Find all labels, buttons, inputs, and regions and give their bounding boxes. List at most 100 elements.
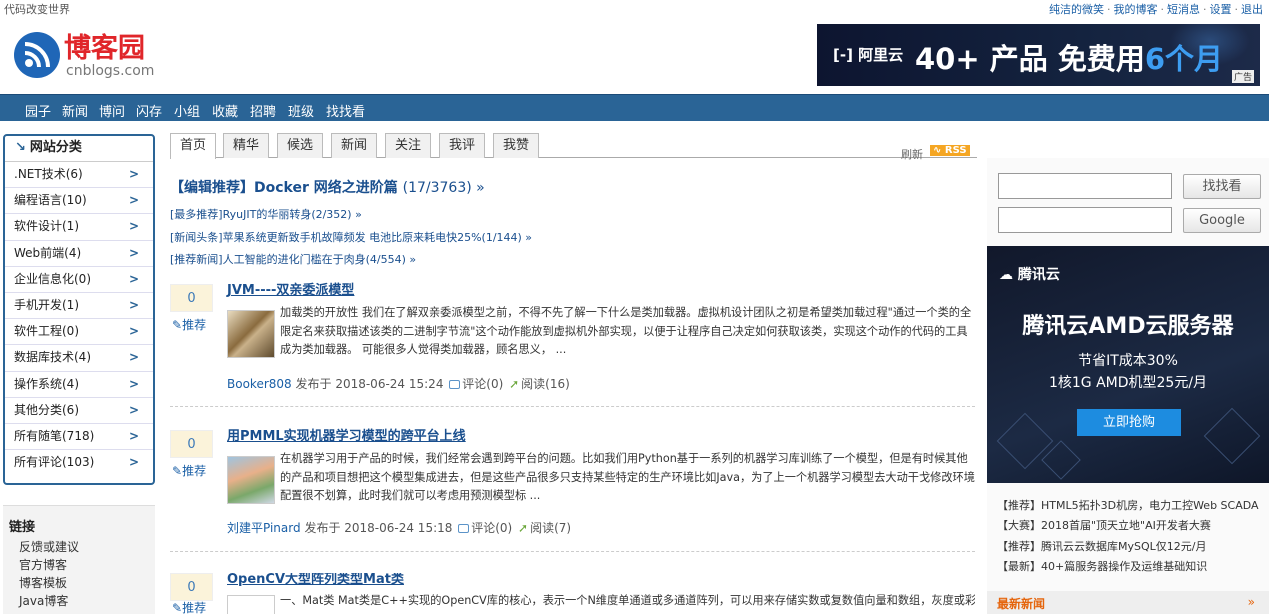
refresh-link[interactable]: 刷新 (901, 146, 923, 162)
user-link-messages[interactable]: 短消息 (1167, 3, 1200, 16)
recommend-button[interactable]: ✎推荐 (172, 599, 206, 614)
read-icon: ➚ (509, 377, 520, 391)
site-search-input[interactable] (998, 173, 1172, 199)
post-author[interactable]: Booker808 (227, 377, 292, 391)
category-item[interactable]: 数据库技术(4) > (5, 345, 153, 372)
side-ad[interactable]: ☁ 腾讯云 腾讯云AMD云服务器 节省IT成本30% 1核1G AMD机型25元… (987, 246, 1269, 483)
author-avatar[interactable] (227, 456, 275, 504)
ad-tag: 广告 (1231, 70, 1254, 83)
nav-item-group[interactable]: 小组 (174, 101, 200, 120)
post-comments[interactable]: 评论(0) (471, 521, 512, 535)
category-item[interactable]: 所有评论(103) > (5, 450, 153, 476)
comment-icon (449, 380, 461, 389)
tab-my-comments[interactable]: 我评 (439, 133, 485, 158)
category-item[interactable]: 所有随笔(718) > (5, 424, 153, 451)
link-official-blog[interactable]: 官方博客 (19, 556, 67, 573)
pick-recommended-news[interactable]: [推荐新闻]人工智能的进化门槛在于肉身(4/554) » (170, 251, 416, 267)
nav-item-search[interactable]: 找找看 (326, 101, 365, 120)
vote-count[interactable]: 0 (170, 284, 213, 312)
promo-link[interactable]: 【最新】40+篇服务器操作及运维基础知识 (997, 558, 1207, 574)
vote-count[interactable]: 0 (170, 430, 213, 458)
site-logo[interactable]: 博客园 cnblogs.com (14, 26, 164, 82)
more-news-link[interactable]: » (1248, 595, 1255, 609)
category-item[interactable]: 其他分类(6) > (5, 398, 153, 424)
recommend-button[interactable]: ✎推荐 (172, 462, 206, 479)
post-meta: 刘建平Pinard 发布于 2018-06-24 15:18 评论(0) ➚ 阅读… (227, 519, 571, 536)
link-java-blog[interactable]: Java博客 (19, 592, 68, 609)
post-item: 0 ✎推荐 用PMML实现机器学习模型的跨平台上线 在机器学习用于产品的时候，我… (170, 429, 975, 540)
post-summary: 加载类的开放性 我们在了解双亲委派模型之前，不得不先了解一下什么是类加载器。虚拟… (280, 306, 972, 356)
pick-headline-news[interactable]: [新闻头条]苹果系统更新致手机故障频发 电池比原来耗电快25%(1/144) » (170, 229, 532, 245)
rss-button[interactable]: ∿ RSS (930, 145, 970, 156)
user-link-myblog[interactable]: 我的博客 (1114, 3, 1158, 16)
main-nav: 园子 新闻 博问 闪存 小组 收藏 招聘 班级 找找看 (0, 94, 1269, 121)
chevron-right-icon: > (128, 219, 139, 234)
links-panel: 链接 反馈或建议 官方博客 博客模板 Java博客 (3, 505, 155, 614)
category-item[interactable]: Web前端(4) > (5, 241, 153, 267)
author-avatar[interactable] (227, 310, 275, 358)
post-comments[interactable]: 评论(0) (462, 377, 503, 391)
recommend-button[interactable]: ✎推荐 (172, 316, 206, 333)
google-search-button[interactable]: Google (1183, 208, 1261, 233)
promo-link[interactable]: 【大赛】2018首届"顶天立地"AI开发者大赛 (997, 517, 1211, 533)
chevron-right-icon: > (128, 376, 139, 391)
editor-pick[interactable]: 【编辑推荐】Docker 网络之进阶篇 (17/3763) » (170, 177, 485, 197)
latest-news-title[interactable]: 最新新闻 (997, 595, 1045, 612)
pick-most-recommended[interactable]: [最多推荐]RyuJIT的华丽转身(2/352) » (170, 206, 362, 222)
category-item[interactable]: 软件工程(0) > (5, 319, 153, 346)
promo-link[interactable]: 【推荐】腾讯云云数据库MySQL仅12元/月 (997, 538, 1206, 554)
nav-item-question[interactable]: 博问 (99, 101, 125, 120)
tab-my-likes[interactable]: 我赞 (493, 133, 539, 158)
chevron-right-icon: > (128, 350, 139, 365)
chevron-right-icon: > (128, 324, 139, 339)
category-panel: ↘ 网站分类 .NET技术(6) > 编程语言(10) > 软件设计(1) > Web前… (3, 134, 155, 485)
side-ad-headline: 腾讯云AMD云服务器 (1022, 314, 1234, 339)
nav-item-class[interactable]: 班级 (288, 101, 314, 120)
rss-logo-icon (14, 32, 60, 78)
user-link-profile[interactable]: 纯洁的微笑 (1049, 3, 1104, 16)
google-search-input[interactable] (998, 207, 1172, 233)
post-meta: Booker808 发布于 2018-06-24 15:24 评论(0) ➚ 阅读… (227, 375, 570, 392)
post-author[interactable]: 刘建平Pinard (227, 521, 301, 535)
post-title[interactable]: JVM----双亲委派模型 (227, 279, 354, 298)
tab-featured[interactable]: 精华 (223, 133, 269, 158)
nav-item-flash[interactable]: 闪存 (136, 101, 162, 120)
author-avatar[interactable] (227, 595, 275, 614)
category-item[interactable]: 编程语言(10) > (5, 188, 153, 215)
user-link-logout[interactable]: 退出 (1241, 3, 1263, 16)
arrow-corner-icon: ↘ (15, 140, 26, 155)
post-item: 0 ✎推荐 JVM----双亲委派模型 加载类的开放性 我们在了解双亲委派模型之… (170, 283, 975, 394)
tab-news[interactable]: 新闻 (331, 133, 377, 158)
chevron-right-icon: > (128, 455, 139, 470)
category-item[interactable]: 手机开发(1) > (5, 293, 153, 320)
post-tabs: 首页 精华 候选 新闻 关注 我评 我赞 (170, 133, 977, 159)
nav-item-garden[interactable]: 园子 (25, 101, 51, 120)
site-search-button[interactable]: 找找看 (1183, 174, 1261, 199)
post-title[interactable]: OpenCV大型阵列类型Mat类 (227, 573, 404, 587)
link-blog-template[interactable]: 博客模板 (19, 574, 67, 591)
banner-headline: 40+ 产品 免费用6个月 (915, 42, 1224, 76)
tab-candidate[interactable]: 候选 (277, 133, 323, 158)
tab-follow[interactable]: 关注 (385, 133, 431, 158)
post-reads[interactable]: 阅读(16) (521, 377, 570, 391)
category-item[interactable]: .NET技术(6) > (5, 162, 153, 189)
category-item[interactable]: 操作系统(4) > (5, 372, 153, 398)
buy-now-button[interactable]: 立即抢购 (1077, 409, 1181, 436)
nav-item-news[interactable]: 新闻 (62, 101, 88, 120)
post-title[interactable]: 用PMML实现机器学习模型的跨平台上线 (227, 425, 466, 444)
category-item[interactable]: 企业信息化(0) > (5, 267, 153, 293)
post-reads[interactable]: 阅读(7) (530, 521, 571, 535)
chevron-right-icon: > (128, 297, 139, 312)
link-feedback[interactable]: 反馈或建议 (19, 538, 79, 555)
post-item: 0 ✎推荐 OpenCV大型阵列类型Mat类 一、Mat类 Mat类是C++实现… (170, 573, 975, 614)
promo-link[interactable]: 【推荐】HTML5拓扑3D机房，电力工控Web SCADA (997, 497, 1259, 513)
nav-item-favorites[interactable]: 收藏 (212, 101, 238, 120)
tab-home[interactable]: 首页 (170, 133, 216, 159)
chevron-right-icon: > (128, 428, 139, 443)
nav-item-jobs[interactable]: 招聘 (250, 101, 276, 120)
category-item[interactable]: 软件设计(1) > (5, 214, 153, 241)
latest-news-header: 最新新闻 » (987, 591, 1269, 614)
banner-ad[interactable]: [-] 阿里云 40+ 产品 免费用6个月 广告 (817, 24, 1260, 86)
vote-count[interactable]: 0 (170, 573, 213, 601)
user-link-settings[interactable]: 设置 (1210, 3, 1232, 16)
